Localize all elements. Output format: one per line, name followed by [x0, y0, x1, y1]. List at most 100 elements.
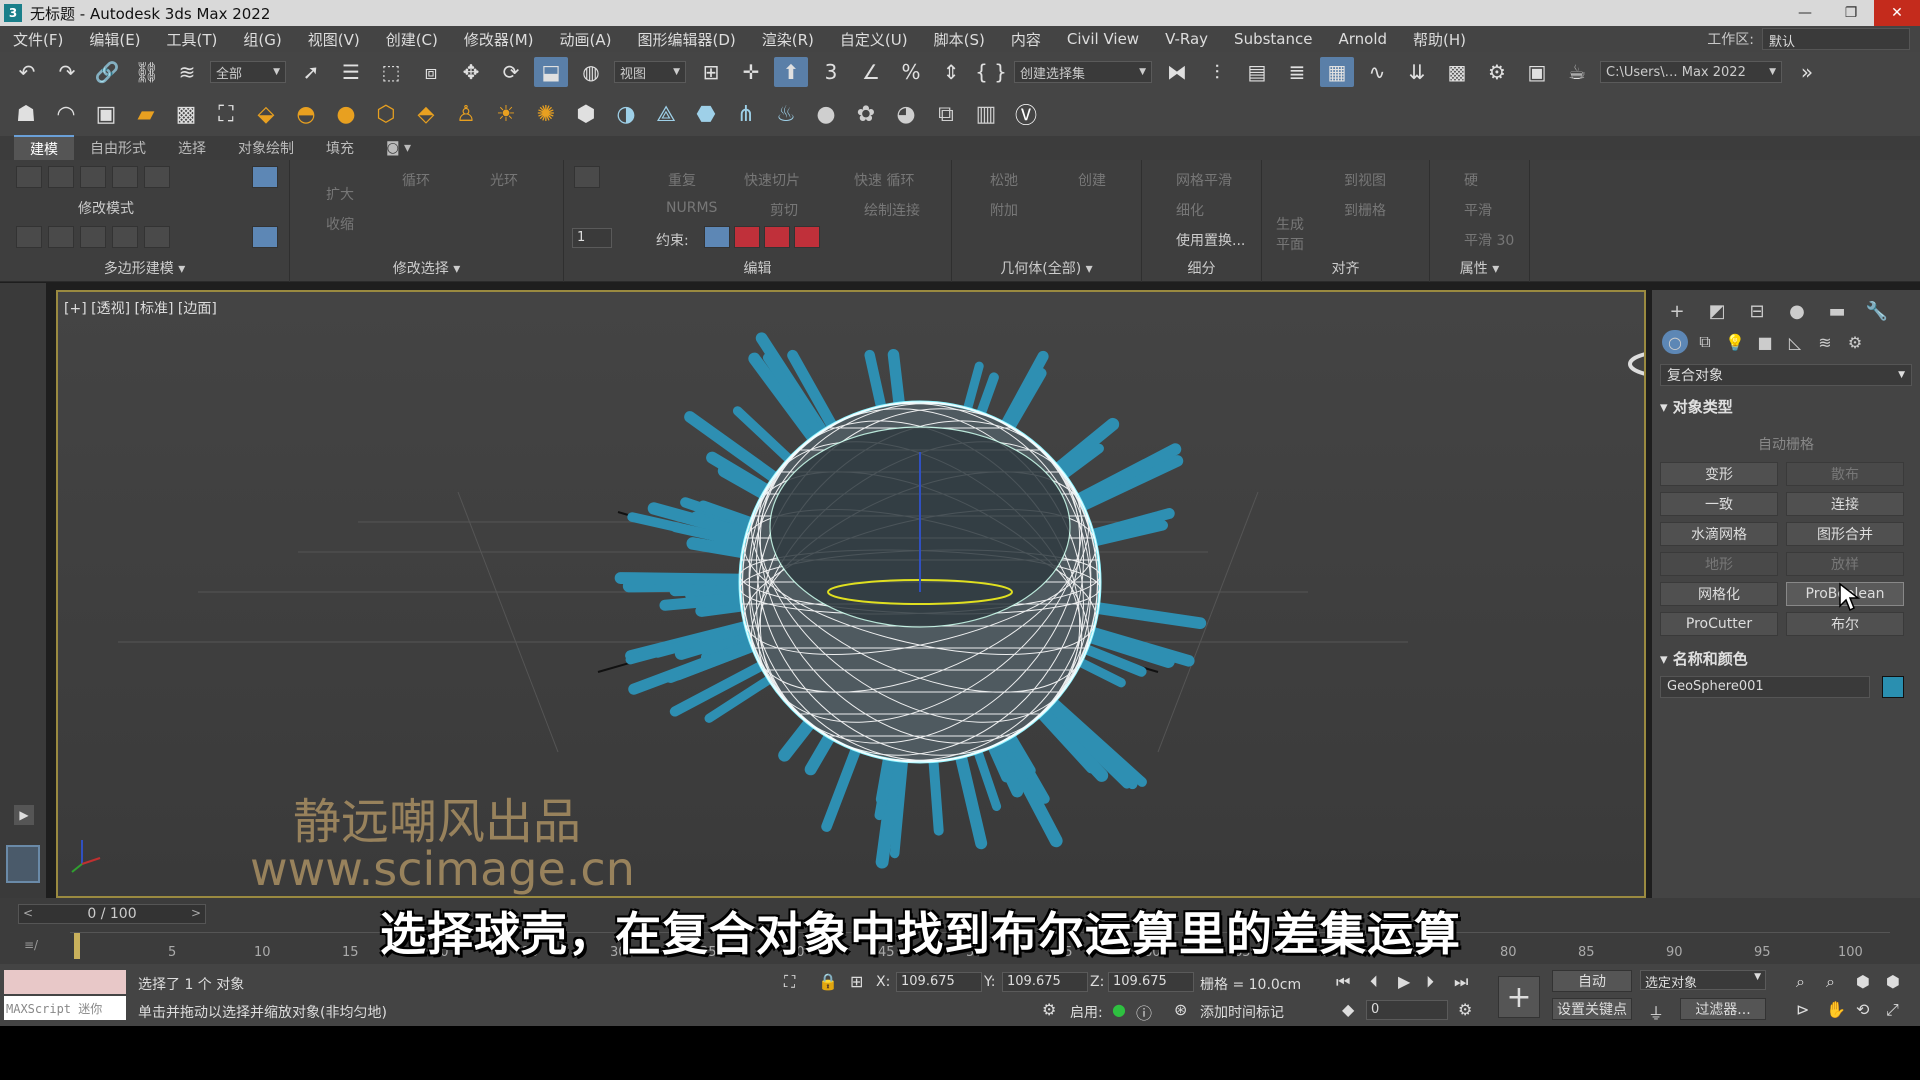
selection-filter-dropdown[interactable]: 全部 ▼	[210, 61, 286, 83]
menu-animation[interactable]: 动画(A)	[547, 29, 625, 50]
menu-arnold[interactable]: Arnold	[1325, 30, 1400, 48]
use-displace-label[interactable]: 使用置换...	[1176, 230, 1245, 250]
systems-category-icon[interactable]: ⚙	[1842, 330, 1868, 354]
procutter-button[interactable]: ProCutter	[1660, 612, 1778, 636]
z-coordinate-field[interactable]: 109.675	[1108, 972, 1194, 992]
fov-icon[interactable]: ⊳	[1796, 1000, 1809, 1019]
zoom-icon[interactable]: ⌕	[1796, 972, 1805, 992]
collapse-stack-icon[interactable]	[112, 226, 138, 248]
show-end-icon[interactable]	[80, 226, 106, 248]
constraint-face-icon[interactable]	[764, 226, 790, 248]
autogrid-checkbox[interactable]: 自动栅格	[1652, 434, 1920, 454]
to-view-label[interactable]: 到视图	[1344, 170, 1386, 190]
filters-button[interactable]: 过滤器...	[1680, 998, 1766, 1020]
constraint-normal-icon[interactable]	[794, 226, 820, 248]
select-manipulate-icon[interactable]: ✛	[734, 57, 768, 87]
menu-graph-editors[interactable]: 图形编辑器(D)	[625, 29, 749, 50]
rect-selection-icon[interactable]: ⬚	[374, 57, 408, 87]
spacewarps-category-icon[interactable]: ≋	[1812, 330, 1838, 354]
conform-button[interactable]: 一致	[1660, 492, 1778, 516]
menu-content[interactable]: 内容	[998, 29, 1054, 50]
border-mode-icon[interactable]	[80, 166, 106, 188]
prev-key-icon[interactable]: ⏴	[1370, 972, 1378, 992]
goto-end-icon[interactable]: ⏭	[1454, 972, 1468, 992]
info-icon[interactable]: ⓘ	[1136, 1000, 1152, 1024]
object-category-dropdown[interactable]: 复合对象 ▼	[1660, 364, 1912, 386]
menu-views[interactable]: 视图(V)	[295, 29, 373, 50]
shrink-label[interactable]: 收缩	[326, 214, 354, 234]
lights-category-icon[interactable]: 💡	[1722, 330, 1748, 354]
helpers-category-icon[interactable]: ◺	[1782, 330, 1808, 354]
terrain-button[interactable]: 地形	[1660, 552, 1778, 576]
snaps-toggle-icon[interactable]: 3	[814, 57, 848, 87]
grass-icon[interactable]: ⋔	[730, 98, 762, 130]
minimize-button[interactable]: —	[1782, 0, 1828, 26]
meshsmooth-label[interactable]: 网格平滑	[1176, 170, 1232, 190]
moon-icon[interactable]: ◑	[610, 98, 642, 130]
shapemerge-button[interactable]: 图形合并	[1786, 522, 1904, 546]
edit-extra-icon[interactable]	[574, 166, 600, 188]
to-grid-label[interactable]: 到栅格	[1344, 200, 1386, 220]
ribbon-toggle-icon[interactable]: ▦	[1320, 57, 1354, 87]
schematic-view-icon[interactable]: ⇊	[1400, 57, 1434, 87]
expand-arrow-icon[interactable]: ▶	[14, 805, 34, 825]
palette-icon[interactable]: ◕	[890, 98, 922, 130]
time-slider[interactable]: < 0 / 100 >	[18, 904, 206, 924]
paint-connect-label[interactable]: 绘制连接	[864, 200, 920, 220]
scatter-button[interactable]: 散布	[1786, 462, 1904, 486]
curve-editor-icon[interactable]: ∿	[1360, 57, 1394, 87]
relax-label[interactable]: 松弛	[990, 170, 1018, 190]
remove-modifier-icon[interactable]	[144, 226, 170, 248]
hierarchy-tab-icon[interactable]: ⊟	[1742, 298, 1772, 324]
pivot-icon[interactable]: ⊞	[694, 57, 728, 87]
tab-object-paint[interactable]: 对象绘制	[222, 136, 310, 160]
vray-icon[interactable]: Ⓥ	[1010, 98, 1042, 130]
create-label[interactable]: 创建	[1078, 170, 1106, 190]
zoom-all-icon[interactable]: ⌕	[1826, 972, 1835, 992]
nurms-label[interactable]: NURMS	[666, 200, 717, 216]
direct-light-icon[interactable]: ⬘	[410, 98, 442, 130]
plane-create-icon[interactable]: ▩	[170, 98, 202, 130]
geosphere-create-icon[interactable]: ⬡	[370, 98, 402, 130]
scene-explorer-icon[interactable]: ▤	[1240, 57, 1274, 87]
layer-explorer-icon[interactable]: ≣	[1280, 57, 1314, 87]
orbit-icon[interactable]: ⟲	[1856, 1000, 1869, 1019]
key-filters-icon[interactable]: ⏚	[1648, 1000, 1664, 1024]
cube-icon[interactable]: ⬢	[570, 98, 602, 130]
make-planar-label[interactable]: 生成平面	[1276, 214, 1306, 254]
restore-button[interactable]: ❐	[1828, 0, 1874, 26]
key-filter-selection-dropdown[interactable]: 选定对象 ▼	[1640, 970, 1766, 991]
align-icon[interactable]: ⫶	[1200, 57, 1234, 87]
motion-tab-icon[interactable]: ●	[1782, 298, 1812, 324]
element-mode-icon[interactable]	[144, 166, 170, 188]
close-button[interactable]: ✕	[1874, 0, 1920, 26]
undo-icon[interactable]: ↶	[10, 57, 44, 87]
adaptive-degradation-icon[interactable]: ⚙	[1042, 1000, 1056, 1019]
ribbon-options-icon[interactable]: ◙ ▾	[370, 138, 427, 158]
viewport-layout-thumb[interactable]	[6, 845, 40, 883]
edge-mode-icon[interactable]	[48, 166, 74, 188]
place-icon[interactable]: ◍	[574, 57, 608, 87]
camera-create-icon[interactable]: ⛶	[210, 98, 242, 130]
stack-up-icon[interactable]	[16, 226, 42, 248]
object-color-swatch[interactable]	[1882, 676, 1904, 698]
ring-label[interactable]: 光环	[490, 170, 518, 190]
x-coordinate-field[interactable]: 109.675	[896, 972, 982, 992]
named-selection-dropdown[interactable]: 创建选择集 ▼	[1014, 61, 1152, 83]
geometry-category-icon[interactable]: ○	[1662, 330, 1688, 354]
time-config-icon[interactable]: ⚙	[1458, 1000, 1472, 1019]
bind-space-warp-icon[interactable]: ≋	[170, 57, 204, 87]
stack-down-icon[interactable]	[48, 226, 74, 248]
link-icon[interactable]: 🔗	[90, 57, 124, 87]
mesher-button[interactable]: 网格化	[1660, 582, 1778, 606]
utilities-tab-icon[interactable]: 🔧	[1862, 298, 1892, 324]
set-key-plus-icon[interactable]: +	[1498, 976, 1540, 1018]
menu-tools[interactable]: 工具(T)	[154, 29, 231, 50]
perspective-viewport[interactable]: [+] [透视] [标准] [边面] 静远嘲风出品 www.scimage.cn	[56, 290, 1646, 898]
morph-button[interactable]: 变形	[1660, 462, 1778, 486]
project-path-dropdown[interactable]: C:\Users\… Max 2022 ▼	[1600, 61, 1782, 83]
edit-named-selection-icon[interactable]: { }	[974, 57, 1008, 87]
rotate-icon[interactable]: ⟳	[494, 57, 528, 87]
menu-rendering[interactable]: 渲染(R)	[749, 29, 827, 50]
ref-coord-dropdown[interactable]: 视图 ▼	[614, 61, 686, 83]
